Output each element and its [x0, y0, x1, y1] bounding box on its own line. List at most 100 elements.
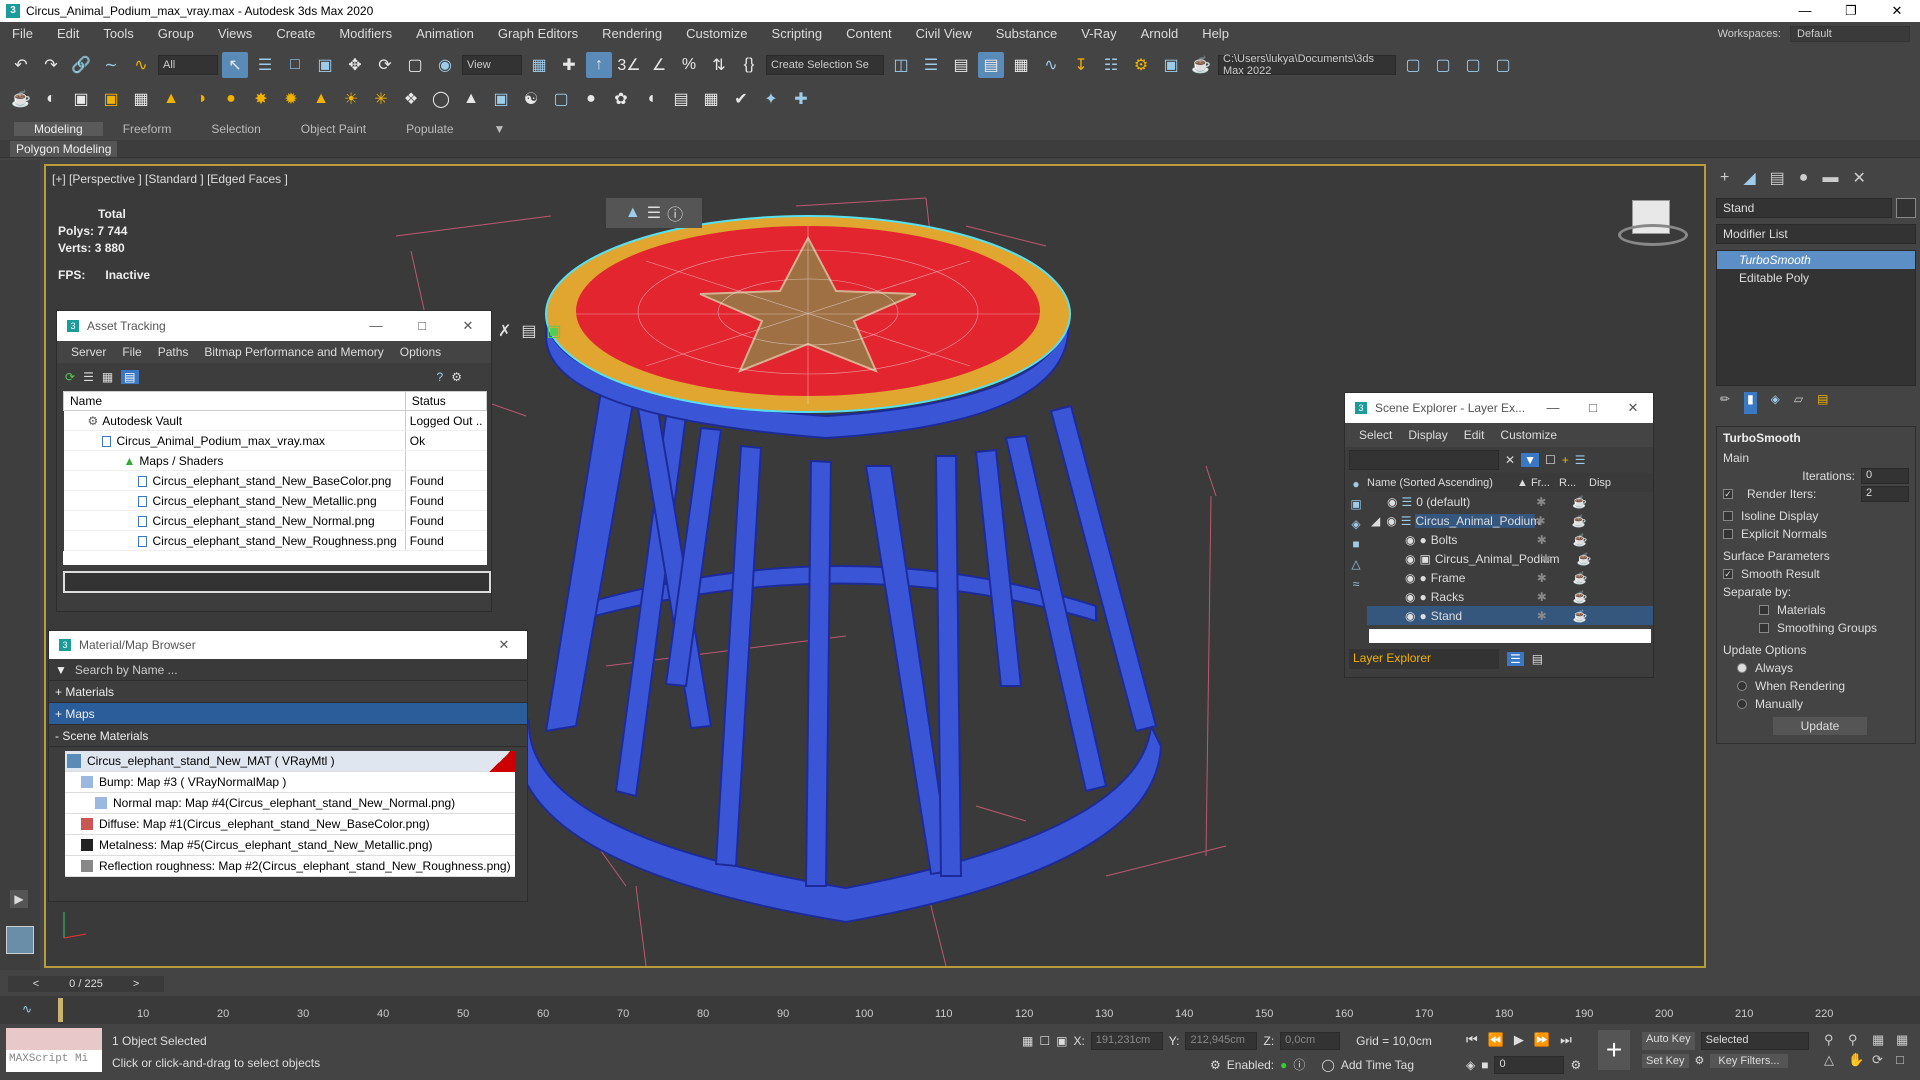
clear-search-icon[interactable]: ✕: [1505, 453, 1515, 467]
populate-icon[interactable]: ▲: [625, 204, 641, 222]
keyboard-shortcut-icon[interactable]: ↑: [586, 52, 612, 78]
snaps-toggle-icon[interactable]: 3∠: [616, 52, 642, 78]
explicit-normals-checkbox[interactable]: [1723, 529, 1733, 539]
scale-icon[interactable]: ▢: [402, 52, 428, 78]
select-object-icon[interactable]: ↖: [222, 52, 248, 78]
time-config-dialog-icon[interactable]: ⚙: [1570, 1058, 1581, 1072]
edit-named-selection-icon[interactable]: {}: [736, 52, 762, 78]
manually-radio[interactable]: [1737, 699, 1747, 709]
previous-frame-icon[interactable]: ⏪: [1488, 1032, 1504, 1048]
view-cube[interactable]: [1618, 196, 1688, 256]
maximize-button[interactable]: ❐: [1828, 0, 1874, 22]
add-time-tag-label[interactable]: Add Time Tag: [1341, 1058, 1414, 1072]
menu-animation[interactable]: Animation: [404, 26, 486, 41]
layer-explorer-icon[interactable]: ☰: [1507, 652, 1524, 666]
minimize-button[interactable]: —: [1533, 400, 1573, 416]
ribbon-options-icon[interactable]: ▼: [474, 122, 526, 136]
current-frame-field[interactable]: 0: [1494, 1056, 1565, 1074]
render-teapot-icon[interactable]: ☕: [1572, 495, 1587, 509]
go-to-start-icon[interactable]: ⏮: [1466, 1032, 1478, 1048]
mirror-icon[interactable]: ◫: [888, 52, 914, 78]
asset-tracking-titlebar[interactable]: 3 Asset Tracking — □ ✕: [57, 311, 491, 341]
eye-icon[interactable]: ◉: [1405, 609, 1415, 623]
menu-paths[interactable]: Paths: [150, 345, 197, 359]
set-key-button[interactable]: Set Key: [1642, 1054, 1689, 1068]
vray-asset-editor-icon[interactable]: ▦: [128, 86, 154, 112]
teapot-icon[interactable]: ☕: [8, 86, 34, 112]
menu-civil-view[interactable]: Civil View: [904, 26, 984, 41]
eye-icon[interactable]: ◉: [1405, 533, 1415, 547]
render-teapot-icon[interactable]: ☕: [1573, 609, 1588, 623]
vray-proxy-icon[interactable]: ❖: [398, 86, 424, 112]
list-item[interactable]: Metalness: Map #5(Circus_elephant_stand_…: [65, 835, 515, 856]
play-icon[interactable]: ▶: [1514, 1032, 1524, 1048]
project-icon-4[interactable]: ▢: [1490, 52, 1516, 78]
material-editor-icon[interactable]: ☷: [1098, 52, 1124, 78]
render-setup-icon[interactable]: ⚙: [1128, 52, 1154, 78]
tree-row[interactable]: ◉ ● Frame ✱ ☕: [1367, 568, 1653, 587]
group-maps[interactable]: + Maps: [49, 703, 527, 725]
table-row[interactable]: Circus_elephant_stand_New_BaseColor.png …: [63, 470, 487, 491]
refresh-icon[interactable]: ⟳: [65, 370, 75, 384]
show-end-result-icon[interactable]: ▮: [1744, 392, 1757, 414]
vray-tool-2-icon[interactable]: ✚: [788, 86, 814, 112]
link-icon[interactable]: 🔗: [68, 52, 94, 78]
vray-fur-icon[interactable]: ▲: [458, 86, 484, 112]
menu-select[interactable]: Select: [1351, 428, 1400, 442]
menu-substance[interactable]: Substance: [984, 26, 1069, 41]
manipulate-icon[interactable]: ✚: [556, 52, 582, 78]
maximize-viewport-icon[interactable]: □: [1896, 1052, 1916, 1068]
menu-scripting[interactable]: Scripting: [760, 26, 835, 41]
tab-populate[interactable]: Populate: [386, 122, 473, 136]
rect-selection-icon[interactable]: □: [282, 52, 308, 78]
vray-sphere-light-icon[interactable]: ●: [218, 86, 244, 112]
list-item[interactable]: Bump: Map #3 ( VRayNormalMap ): [65, 772, 515, 793]
project-icon-1[interactable]: ▢: [1400, 52, 1426, 78]
key-filter-icon[interactable]: ⚙: [1695, 1054, 1705, 1068]
table-row[interactable]: ▲ Maps / Shaders: [63, 450, 487, 471]
info-icon[interactable]: ⓘ: [1293, 1056, 1305, 1073]
column-status[interactable]: Status: [404, 391, 488, 411]
freeze-icon[interactable]: ✱: [1536, 495, 1572, 509]
viewport-layout-thumb[interactable]: [6, 926, 34, 954]
help-icon[interactable]: ?: [437, 370, 444, 384]
vray-mesh-clipper-icon[interactable]: ▢: [548, 86, 574, 112]
ref-coord-dropdown[interactable]: View: [462, 55, 522, 75]
close-button[interactable]: ✕: [481, 637, 527, 653]
menu-rendering[interactable]: Rendering: [590, 26, 674, 41]
vray-material-icon[interactable]: ●: [578, 86, 604, 112]
polygon-modeling-label[interactable]: Polygon Modeling: [10, 141, 118, 157]
menu-group[interactable]: Group: [146, 26, 206, 41]
list-item[interactable]: Normal map: Map #4(Circus_elephant_stand…: [65, 793, 515, 814]
vray-render-icon[interactable]: ◐: [38, 86, 64, 112]
vray-ies-light-icon[interactable]: ✹: [278, 86, 304, 112]
y-coordinate-field[interactable]: 212,945cm: [1185, 1032, 1258, 1050]
list-item[interactable]: Diffuse: Map #1(Circus_elephant_stand_Ne…: [65, 814, 515, 835]
vray-plane-icon[interactable]: ◯: [428, 86, 454, 112]
table-row[interactable]: Circus_Animal_Podium_max_vray.max Ok: [63, 430, 487, 451]
eye-icon[interactable]: ◉: [1405, 552, 1415, 566]
list-item[interactable]: Reflection roughness: Map #2(Circus_elep…: [65, 856, 515, 877]
select-by-name-icon[interactable]: ☰: [252, 52, 278, 78]
vray-sun-icon[interactable]: ☀: [338, 86, 364, 112]
menu-tools[interactable]: Tools: [91, 26, 145, 41]
menu-content[interactable]: Content: [834, 26, 904, 41]
asset-table-scrollbar[interactable]: [63, 551, 487, 565]
move-icon[interactable]: ✥: [342, 52, 368, 78]
viewport-label[interactable]: [+] [Perspective ] [Standard ] [Edged Fa…: [52, 172, 288, 186]
vray-grass-icon[interactable]: ☯: [518, 86, 544, 112]
toggle-layer-explorer-icon[interactable]: ▤: [978, 52, 1004, 78]
helpers-filter-icon[interactable]: △: [1351, 557, 1360, 571]
workspace-selector[interactable]: Workspaces: Default: [1718, 26, 1910, 42]
scene-tree-scrollbar[interactable]: [1369, 629, 1651, 643]
next-frame-icon[interactable]: >: [133, 978, 139, 990]
thumbnail-view-icon[interactable]: ▦: [102, 370, 113, 384]
table-row[interactable]: Circus_elephant_stand_New_Normal.png Fou…: [63, 510, 487, 531]
key-set-dropdown[interactable]: Selected: [1700, 1032, 1809, 1050]
tree-row[interactable]: ◉ ▣ Circus_Animal_Podium ✱ ☕: [1367, 549, 1653, 568]
shapes-filter-icon[interactable]: ▣: [1350, 497, 1361, 511]
tree-row[interactable]: ◉ ● Stand ✱ ☕: [1367, 606, 1653, 625]
undo-icon[interactable]: ↶: [8, 52, 34, 78]
explorer-type-dropdown[interactable]: Layer Explorer: [1349, 649, 1499, 669]
vray-ambient-light-icon[interactable]: ▲: [308, 86, 334, 112]
